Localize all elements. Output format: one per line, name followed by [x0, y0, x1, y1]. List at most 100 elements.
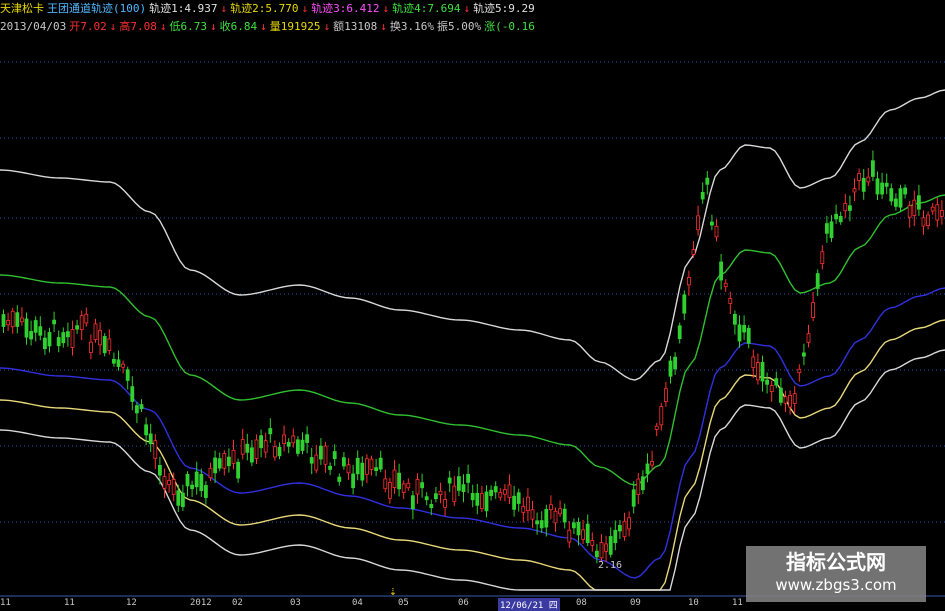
candlestick — [677, 325, 682, 340]
candlestick — [907, 205, 912, 218]
candlestick — [576, 522, 581, 536]
candlestick — [562, 508, 567, 523]
candlestick — [406, 482, 411, 489]
ohlc-value-7: 收6.84 — [219, 20, 258, 33]
candlestick — [682, 294, 687, 314]
price-chart[interactable] — [0, 0, 945, 609]
candlestick — [843, 202, 848, 212]
track-5-line — [0, 89, 945, 381]
watermark: 指标公式网 www.zbgs3.com — [746, 546, 926, 602]
indicator-value-4: 轨迹2:5.770 — [230, 2, 299, 15]
candlestick — [6, 320, 10, 326]
candlestick — [397, 472, 402, 490]
candlestick — [420, 482, 425, 489]
candlestick — [687, 277, 691, 286]
candlestick — [838, 215, 843, 223]
candlestick — [447, 477, 452, 484]
candlestick — [811, 302, 815, 318]
candlestick — [539, 520, 544, 529]
candlestick — [935, 204, 940, 221]
candlestick — [305, 434, 310, 443]
candlestick — [387, 482, 392, 499]
ohlc-value-4: ↓ — [159, 20, 167, 33]
candlestick — [857, 173, 861, 181]
indicator-header: 天津松卡 王团通道轨迹(100) 轨迹1:4.937 ↓ 轨迹2:5.770 ↓ 轨迹3:6… — [0, 0, 535, 36]
x-axis-label: 12 — [126, 598, 137, 608]
candlestick — [70, 329, 75, 348]
indicator-value-10: 轨迹5:9.297 — [473, 2, 535, 15]
candlestick — [125, 369, 130, 381]
x-axis-label: 08 — [576, 598, 587, 608]
candlestick — [645, 463, 650, 474]
candlestick — [502, 489, 507, 495]
candlestick — [516, 492, 521, 504]
candlestick — [392, 469, 397, 488]
candlestick — [84, 313, 89, 324]
watermark-title: 指标公式网 — [786, 550, 886, 574]
candlestick — [581, 529, 585, 540]
candlestick — [788, 395, 792, 408]
candlestick — [102, 336, 107, 354]
candlestick — [866, 176, 871, 183]
x-axis-label: 04 — [352, 598, 363, 608]
candlestick — [627, 517, 631, 530]
candlestick — [314, 454, 319, 471]
candlestick — [277, 446, 282, 457]
ohlc-value-1: 开7.02 — [69, 20, 107, 33]
candlestick — [10, 310, 15, 328]
x-axis-label: 03 — [290, 598, 301, 608]
candlestick — [286, 442, 291, 447]
candlestick — [410, 495, 415, 510]
candlestick — [825, 223, 829, 234]
candlestick — [134, 405, 139, 414]
candlestick — [820, 251, 825, 264]
candlestick — [226, 456, 231, 467]
candlestick — [341, 457, 346, 467]
candlestick — [636, 478, 641, 495]
candlestick — [236, 461, 241, 479]
candlestick — [249, 447, 254, 463]
candlestick — [668, 360, 673, 377]
candlestick — [309, 457, 314, 464]
candlestick — [263, 440, 268, 453]
candlestick — [769, 385, 774, 392]
x-axis-label: 11 — [732, 598, 743, 608]
candlestick — [351, 473, 356, 489]
candlestick — [194, 471, 199, 488]
candlestick — [871, 160, 875, 177]
candlestick — [852, 188, 857, 193]
candlestick — [222, 453, 227, 469]
candlestick — [332, 451, 337, 460]
candlestick — [456, 476, 461, 491]
candlestick — [112, 358, 116, 364]
x-axis-label: 09 — [630, 598, 641, 608]
candlestick — [751, 356, 756, 369]
candlestick — [746, 327, 751, 344]
x-axis-label: 2012 — [190, 598, 212, 608]
candlestick — [185, 474, 190, 487]
indicator-value-9: ↓ — [463, 2, 471, 15]
candlestick — [157, 465, 162, 476]
candlestick — [268, 428, 273, 435]
candlestick — [802, 352, 806, 357]
ohlc-value-12: ↓ — [380, 20, 387, 33]
ohlc-value-3: 高7.08 — [119, 20, 157, 33]
candlestick — [346, 464, 351, 474]
candlestick — [599, 542, 604, 559]
candlestick — [544, 508, 549, 528]
candlestick — [148, 433, 153, 445]
candlestick — [921, 217, 926, 227]
candlestick — [443, 499, 448, 508]
candlestick — [696, 215, 700, 231]
candlestick — [664, 388, 668, 403]
candlestick — [875, 178, 880, 195]
candlestick — [898, 188, 903, 208]
candlestick — [792, 393, 797, 404]
candlestick — [291, 435, 296, 444]
candlestick — [930, 206, 935, 212]
indicator-value-0: 天津松卡 — [0, 2, 44, 15]
candlestick — [659, 406, 664, 426]
candlestick — [43, 337, 47, 350]
date-cursor-icon[interactable]: ⇣ — [389, 584, 397, 599]
candlestick — [61, 332, 66, 344]
